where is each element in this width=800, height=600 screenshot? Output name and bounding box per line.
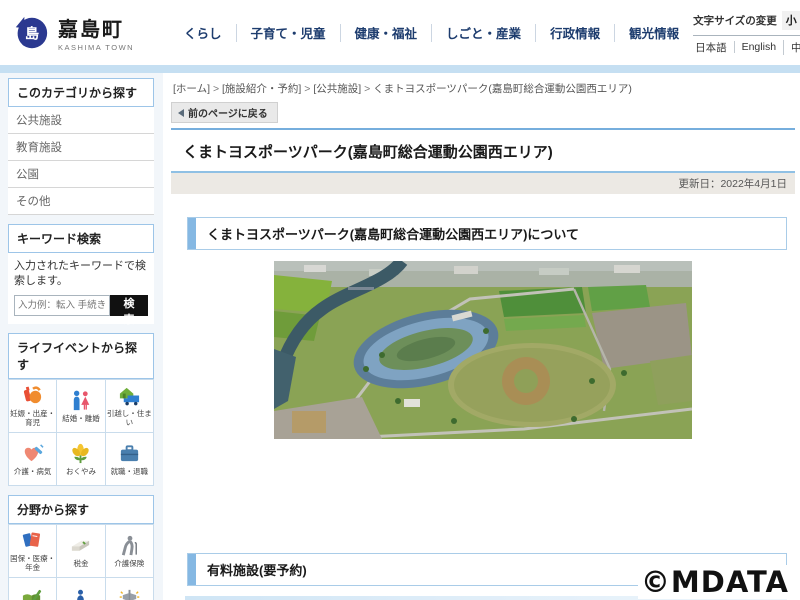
lang-japanese[interactable]: 日本語 <box>693 40 734 55</box>
sidebar-item-others[interactable]: その他 <box>8 188 154 215</box>
life-event-moving[interactable]: 引越し・住まい <box>106 380 154 433</box>
nav-kanko[interactable]: 観光情報 <box>615 19 693 46</box>
life-event-condolence[interactable]: おくやみ <box>57 433 105 486</box>
life-event-grid: 妊娠・出産・育児 結婚・離婚 <box>8 379 154 486</box>
language-switcher: 日本語 English 中文 한국어 <box>693 35 800 55</box>
field-insurance-pension[interactable]: 国保・医療・年金 <box>9 525 57 578</box>
town-name-en: KASHIMA TOWN <box>58 43 134 52</box>
sidebar-item-education-facilities[interactable]: 教育施設 <box>8 134 154 161</box>
life-event-label: 介護・病気 <box>14 467 52 476</box>
baby-icon <box>21 384 44 407</box>
book-pencil-icon <box>21 587 44 600</box>
life-event-label: 就職・退職 <box>111 467 149 476</box>
nav-kenko[interactable]: 健康・福祉 <box>341 19 432 46</box>
heart-syringe-icon <box>21 442 44 465</box>
field-grid: 国保・医療・年金 税金 介護保険 <box>8 524 154 600</box>
font-size-small-button[interactable]: 小 <box>782 11 800 30</box>
breadcrumb: [ホーム][施設紹介・予約][公共施設]くまトヨスポーツパーク(嘉島町総合運動公… <box>171 78 795 102</box>
life-event-care-illness[interactable]: 介護・病気 <box>9 433 57 486</box>
paid-heading-text: 有料施設(要予約) <box>207 554 307 585</box>
content-spacer <box>171 439 795 531</box>
sidebar: このカテゴリから探す 公共施設 教育施設 公園 その他 キーワード検索 入力され… <box>0 73 158 600</box>
about-section-heading: くまトヨスポーツパーク(嘉島町総合運動公園西エリア)について <box>187 217 787 250</box>
life-event-marriage[interactable]: 結婚・離婚 <box>57 380 105 433</box>
field-consultation[interactable]: 相談窓口 <box>57 578 105 600</box>
radio-speaker-icon <box>118 587 141 600</box>
life-event-employment[interactable]: 就職・退職 <box>106 433 154 486</box>
nav-shigoto[interactable]: しごと・産業 <box>432 19 535 46</box>
watermark: ©MDATA <box>638 565 792 599</box>
heading-accent-bar <box>188 218 196 249</box>
house-truck-icon <box>118 384 141 407</box>
field-tax[interactable]: 税金 <box>57 525 105 578</box>
breadcrumb-home[interactable]: [ホーム] <box>173 83 222 95</box>
breadcrumb-public-facility[interactable]: [公共施設] <box>313 83 373 95</box>
elderly-cane-icon <box>118 534 141 557</box>
nav-kurashi[interactable]: くらし <box>170 19 236 46</box>
counter-person-icon <box>69 587 92 600</box>
font-size-label: 文字サイズの変更 <box>693 13 777 28</box>
lang-english[interactable]: English <box>734 41 783 53</box>
field-care-insurance[interactable]: 介護保険 <box>106 525 154 578</box>
field-label: 介護保険 <box>114 559 144 568</box>
life-event-pregnancy[interactable]: 妊娠・出産・育児 <box>9 380 57 433</box>
field-disaster-radio[interactable]: 防災無線 <box>106 578 154 600</box>
flower-icon <box>69 442 92 465</box>
sports-park-aerial-photo <box>274 261 692 439</box>
sidebar-item-public-facilities[interactable]: 公共施設 <box>8 107 154 134</box>
global-nav: くらし 子育て・児童 健康・福祉 しごと・産業 行政情報 観光情報 <box>170 19 693 46</box>
header-divider-band <box>0 65 800 73</box>
town-name: 嘉島町 <box>58 13 134 42</box>
svg-text:島: 島 <box>25 24 39 42</box>
nav-gyosei[interactable]: 行政情報 <box>536 19 614 46</box>
couple-icon <box>69 389 92 412</box>
town-emblem-icon: 島 <box>12 14 50 52</box>
sidebar-item-parks[interactable]: 公園 <box>8 161 154 188</box>
keyword-search-description: 入力されたキーワードで検索します。 <box>14 259 148 289</box>
life-event-heading: ライフイベントから探す <box>8 333 154 379</box>
eraser-icon <box>69 534 92 557</box>
field-education[interactable]: 教育 <box>9 578 57 600</box>
life-event-label: 結婚・離婚 <box>62 414 100 423</box>
page-title: くまトヨスポーツパーク(嘉島町総合運動公園西エリア) <box>171 130 795 171</box>
field-label: 税金 <box>73 559 88 568</box>
back-arrow-icon <box>178 109 184 117</box>
breadcrumb-current: くまトヨスポーツパーク(嘉島町総合運動公園西エリア) <box>373 83 632 95</box>
site-header: 島 嘉島町 KASHIMA TOWN くらし 子育て・児童 健康・福祉 しごと・… <box>0 0 800 65</box>
life-event-label: 引越し・住まい <box>107 409 152 427</box>
life-event-label: 妊娠・出産・育児 <box>10 409 55 427</box>
breadcrumb-facility-intro[interactable]: [施設紹介・予約] <box>222 83 313 95</box>
back-button[interactable]: 前のページに戻る <box>171 102 278 123</box>
nav-kosodate[interactable]: 子育て・児童 <box>237 19 340 46</box>
field-search-heading: 分野から探す <box>8 495 154 524</box>
briefcase-icon <box>118 442 141 465</box>
about-heading-text: くまトヨスポーツパーク(嘉島町総合運動公園西エリア)について <box>207 218 579 249</box>
books-icon <box>21 529 44 552</box>
lang-chinese[interactable]: 中文 <box>783 40 800 55</box>
heading-accent-bar <box>188 554 196 585</box>
updated-date: 更新日：2022年4月1日 <box>678 176 787 191</box>
sidebar-category-heading: このカテゴリから探す <box>8 78 154 107</box>
keyword-search-input[interactable] <box>14 295 110 316</box>
keyword-search-button[interactable]: 検索 <box>110 295 148 316</box>
life-event-label: おくやみ <box>66 467 96 476</box>
field-label: 国保・医療・年金 <box>10 554 55 572</box>
main-content: [ホーム][施設紹介・予約][公共施設]くまトヨスポーツパーク(嘉島町総合運動公… <box>163 73 800 600</box>
keyword-search-heading: キーワード検索 <box>8 224 154 253</box>
back-button-label: 前のページに戻る <box>188 105 268 120</box>
article: くまトヨスポーツパーク(嘉島町総合運動公園西エリア) 更新日：2022年4月1日… <box>171 128 795 600</box>
town-logo[interactable]: 島 嘉島町 KASHIMA TOWN <box>12 13 152 52</box>
